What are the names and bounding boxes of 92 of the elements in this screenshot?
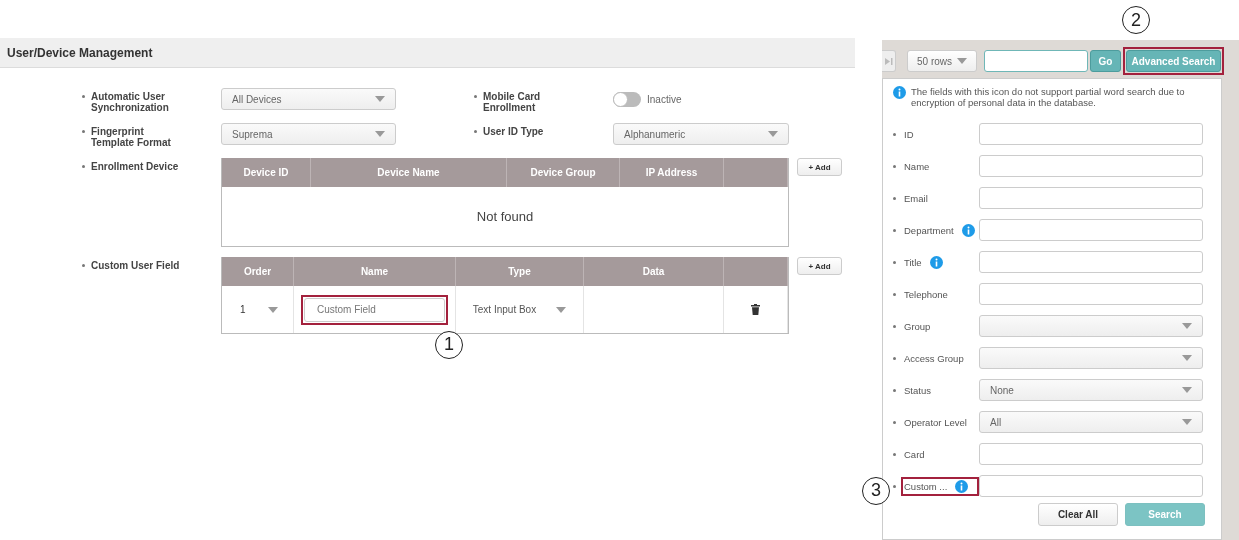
field-label: Card	[904, 448, 925, 460]
bullet-icon	[82, 130, 85, 133]
bullet-icon	[893, 292, 896, 296]
caret-icon	[556, 306, 567, 313]
text-field[interactable]	[979, 219, 1203, 241]
text-field[interactable]	[979, 123, 1203, 145]
caret-icon	[1182, 419, 1192, 425]
toggle-switch[interactable]	[613, 91, 641, 107]
skip-end-icon	[884, 57, 893, 65]
last-page-button[interactable]	[882, 50, 896, 72]
field-label: Department	[904, 224, 954, 236]
bullet-icon	[893, 388, 896, 392]
setting-label: Enrollment Device	[91, 161, 180, 172]
toggle-status: Inactive	[647, 93, 682, 105]
text-field[interactable]	[979, 283, 1203, 305]
field-label: Title	[904, 256, 922, 268]
bullet-icon	[893, 196, 896, 200]
dropdown[interactable]	[979, 315, 1203, 337]
column-header: Order	[222, 257, 294, 286]
field-label: Group	[904, 320, 931, 332]
field-label: Operator Level	[904, 416, 967, 428]
setting-label: Mobile Card Enrollment	[483, 91, 542, 113]
field-label: Telephone	[904, 288, 948, 300]
bullet-icon	[893, 164, 896, 168]
setting-label: Automatic User Synchronization	[91, 91, 170, 113]
field-label: Name	[904, 160, 930, 172]
clear-button[interactable]: Clear All	[1038, 503, 1118, 526]
dropdown[interactable]: All	[979, 411, 1203, 433]
dropdown[interactable]: Suprema	[221, 123, 396, 145]
column-header: Device ID	[222, 158, 311, 187]
caret-icon	[768, 131, 778, 137]
column-header: Type	[456, 257, 584, 286]
dropdown[interactable]: Alphanumeric	[613, 123, 789, 145]
order-number: 1	[240, 304, 246, 315]
dropdown[interactable]: All Devices	[221, 88, 396, 110]
empty-message: Not found	[476, 209, 534, 224]
bullet-icon	[82, 165, 85, 168]
trash-icon[interactable]	[751, 304, 760, 315]
setting-label: Fingerprint Template Format	[91, 126, 172, 148]
dropdown[interactable]	[979, 347, 1203, 369]
bullet-icon	[893, 452, 896, 456]
type-dropdown[interactable]: Text Input Box	[472, 304, 537, 315]
page-title: User/Device Management	[7, 45, 153, 60]
info-icon	[929, 255, 943, 269]
bullet-icon	[82, 95, 85, 98]
add-button[interactable]: + Add	[797, 158, 842, 176]
setting-label: Custom User Field	[91, 260, 181, 271]
dropdown[interactable]: None	[979, 379, 1203, 401]
caret-icon	[1182, 323, 1192, 329]
setting-label: User ID Type	[483, 126, 545, 137]
field-label: Status	[904, 384, 931, 396]
caret-icon	[1182, 387, 1192, 393]
text-field[interactable]	[979, 475, 1203, 497]
column-header: IP Address	[620, 158, 724, 187]
column-header: Data	[584, 257, 724, 286]
field-label: Access Group	[904, 352, 964, 364]
info-icon	[955, 479, 969, 493]
bullet-icon	[893, 324, 896, 328]
info-icon	[893, 86, 906, 99]
callout-marker: 2	[1122, 6, 1150, 34]
text-field[interactable]	[979, 187, 1203, 209]
bullet-icon	[82, 264, 85, 267]
caret-icon	[375, 96, 385, 102]
field-label: Custom ...	[904, 480, 948, 492]
bullet-icon	[474, 130, 477, 133]
text-field[interactable]	[979, 155, 1203, 177]
field-label: Email	[904, 192, 928, 204]
caret-icon	[375, 131, 385, 137]
callout-marker: 3	[862, 476, 890, 505]
bullet-icon	[893, 260, 896, 264]
callout-marker: 1	[435, 330, 463, 359]
field-label: ID	[904, 128, 914, 140]
bullet-icon	[893, 484, 896, 488]
info-icon	[961, 223, 975, 237]
bullet-icon	[893, 132, 896, 136]
bullet-icon	[893, 420, 896, 424]
caret-icon	[957, 58, 967, 64]
rows-dropdown[interactable]: 50 rows	[907, 50, 977, 72]
bullet-icon	[893, 356, 896, 360]
text-field[interactable]	[979, 443, 1203, 465]
caret-icon	[1182, 355, 1192, 361]
name-field[interactable]: Custom Field	[304, 297, 445, 322]
caret-icon	[268, 306, 278, 313]
add-button[interactable]: + Add	[797, 257, 842, 275]
bullet-icon	[474, 95, 477, 98]
column-header: Name	[294, 257, 456, 286]
column-header: Device Group	[507, 158, 620, 187]
bullet-icon	[893, 228, 896, 232]
info-note: The fields with this icon do not support partial word search due to encryption of personal data in the database.	[911, 86, 1186, 108]
text-field[interactable]	[979, 251, 1203, 273]
search-field[interactable]	[984, 50, 1088, 72]
column-header: Device Name	[311, 158, 507, 187]
